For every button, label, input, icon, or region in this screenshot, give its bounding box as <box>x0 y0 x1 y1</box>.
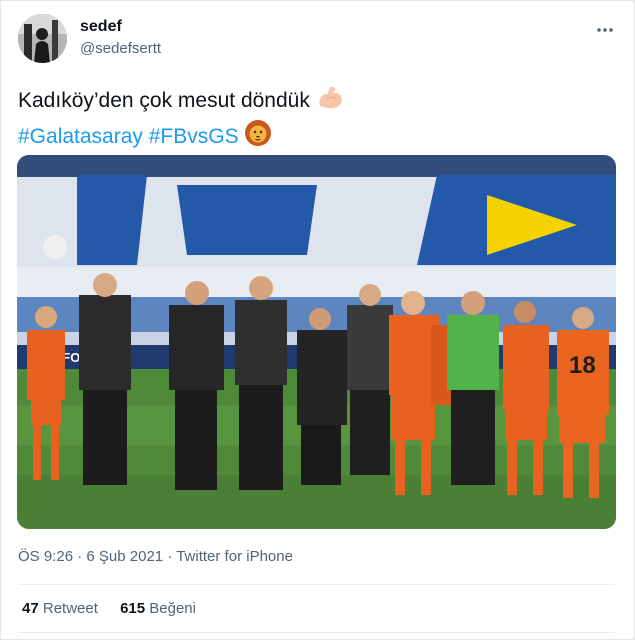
tweet-photo[interactable]: ELEFONI 18 <box>17 155 616 529</box>
tweet-text: Kadıköy’den çok mesut döndük #Galatasara… <box>18 84 344 156</box>
divider <box>18 632 615 633</box>
jersey-number: 18 <box>569 352 596 379</box>
tweet-time[interactable]: ÖS 9:26 <box>18 548 73 565</box>
flexed-biceps-icon <box>316 84 344 119</box>
divider <box>18 584 615 585</box>
avatar[interactable] <box>18 14 67 63</box>
hashtag-link[interactable]: #FBvsGS <box>149 125 239 148</box>
tweet-date[interactable]: 6 Şub 2021 <box>86 548 163 565</box>
tweet-line: Kadıköy’den çok mesut döndük <box>18 89 310 113</box>
meta-separator: · <box>167 548 173 565</box>
tweet-source[interactable]: Twitter for iPhone <box>176 548 293 565</box>
meta-separator: · <box>77 548 83 565</box>
retweet-count[interactable]: 47 Retweet <box>22 600 98 617</box>
hashtag-link[interactable]: #Galatasaray <box>18 125 143 148</box>
author-name[interactable]: sedef <box>80 18 122 36</box>
like-count[interactable]: 615 Beğeni <box>120 600 196 617</box>
author-handle[interactable]: @sedefsertt <box>80 40 161 57</box>
more-options-icon[interactable] <box>596 22 614 33</box>
tweet-stats: 47 Retweet 615 Beğeni <box>22 600 214 617</box>
tweet-meta: ÖS 9:26 · 6 Şub 2021 · Twitter for iPhon… <box>18 548 293 565</box>
lion-face-icon <box>244 119 272 156</box>
